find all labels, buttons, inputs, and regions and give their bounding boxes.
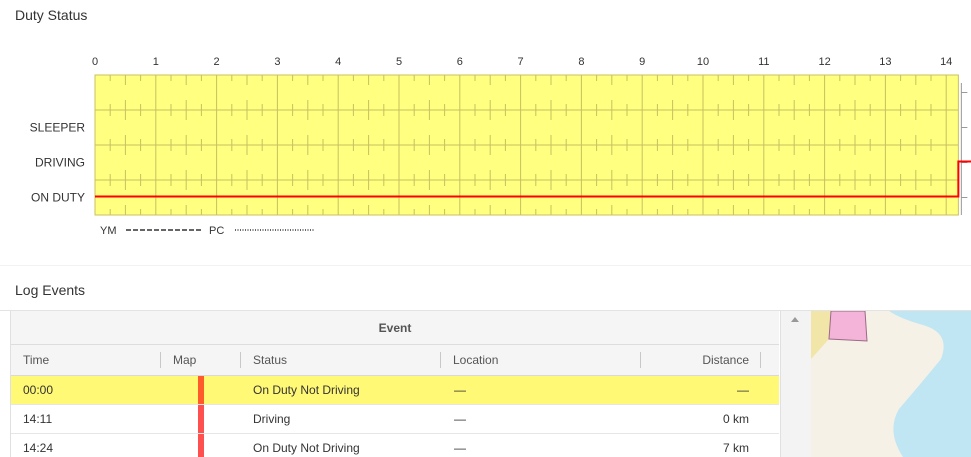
table-row[interactable]: 00:00 On Duty Not Driving — — <box>11 376 779 405</box>
section-divider <box>0 265 971 266</box>
hour-tick-label: 8 <box>578 56 584 68</box>
row-location: — <box>454 441 466 455</box>
duty-row-label: ON DUTY <box>31 191 85 205</box>
row-status: On Duty Not Driving <box>253 383 360 397</box>
duty-status-panel: Duty Status 0 1 2 3 4 5 6 7 8 9 10 11 12 13 14 SLEEPER D… <box>0 0 971 265</box>
map-poi-building <box>828 311 868 342</box>
duty-row-label: DRIVING <box>35 156 85 170</box>
row-location: — <box>454 412 466 426</box>
map-marker-bar[interactable] <box>198 405 204 433</box>
column-header-row: Time Map Status Location Distance <box>11 345 779 376</box>
hour-tick-label: 5 <box>396 56 402 68</box>
row-distance: — <box>737 383 749 397</box>
hour-tick-label: 14 <box>940 56 952 68</box>
column-header-distance[interactable]: Distance <box>702 345 749 376</box>
legend-pc-label: PC <box>209 225 224 237</box>
map-canvas[interactable] <box>811 311 971 457</box>
column-resize-handle[interactable] <box>760 352 761 368</box>
hour-tick-label: 1 <box>153 56 159 68</box>
hour-tick-label: 13 <box>879 56 891 68</box>
row-location: — <box>454 383 466 397</box>
legend-ym-label: YM <box>100 225 117 237</box>
column-header-map[interactable]: Map <box>173 345 196 376</box>
hour-tick-label: 9 <box>639 56 645 68</box>
row-distance: 7 km <box>722 441 749 455</box>
map-marker-bar[interactable] <box>198 434 204 457</box>
hour-tick-label: 6 <box>457 56 463 68</box>
event-group-header: Event <box>11 311 779 345</box>
column-resize-handle[interactable] <box>160 352 161 368</box>
column-resize-handle[interactable] <box>240 352 241 368</box>
column-header-status[interactable]: Status <box>253 345 287 376</box>
table-row[interactable]: 14:11 Driving — 0 km <box>11 405 779 434</box>
hour-tick-label: 2 <box>214 56 220 68</box>
log-events-table: Event Time Map Status Location Distance … <box>10 311 779 457</box>
map-marker-bar[interactable] <box>198 376 204 404</box>
column-resize-handle[interactable] <box>440 352 441 368</box>
duty-status-chart: 0 1 2 3 4 5 6 7 8 9 10 11 12 13 14SLEEPERDRIVINGON DUT… <box>30 56 971 237</box>
hour-tick-label: 12 <box>818 56 830 68</box>
log-events-rows: 00:00 On Duty Not Driving — — 14:11 Driv… <box>11 376 779 457</box>
hour-tick-label: 3 <box>274 56 280 68</box>
row-time: 14:24 <box>23 441 54 455</box>
table-row[interactable]: 14:24 On Duty Not Driving — 7 km <box>11 434 779 457</box>
row-status: On Duty Not Driving <box>253 441 360 455</box>
column-resize-handle[interactable] <box>640 352 641 368</box>
row-time: 14:11 <box>23 412 53 426</box>
hour-tick-label: 0 <box>92 56 98 68</box>
duty-status-title: Duty Status <box>15 7 88 23</box>
column-header-time[interactable]: Time <box>23 345 49 376</box>
hour-tick-label: 7 <box>518 56 524 68</box>
row-status: Driving <box>253 412 291 426</box>
row-distance: 0 km <box>722 412 749 426</box>
hour-tick-label: 10 <box>697 56 709 68</box>
hour-tick-label: 11 <box>758 56 769 68</box>
map-view[interactable] <box>811 311 971 457</box>
duty-row-label: SLEEPER <box>30 121 86 135</box>
column-header-location[interactable]: Location <box>453 345 498 376</box>
scroll-up-arrow-icon[interactable] <box>791 317 799 322</box>
table-scrollbar[interactable] <box>780 311 811 457</box>
log-events-title: Log Events <box>15 282 86 298</box>
row-time: 00:00 <box>23 383 54 397</box>
hour-tick-label: 4 <box>335 56 341 68</box>
